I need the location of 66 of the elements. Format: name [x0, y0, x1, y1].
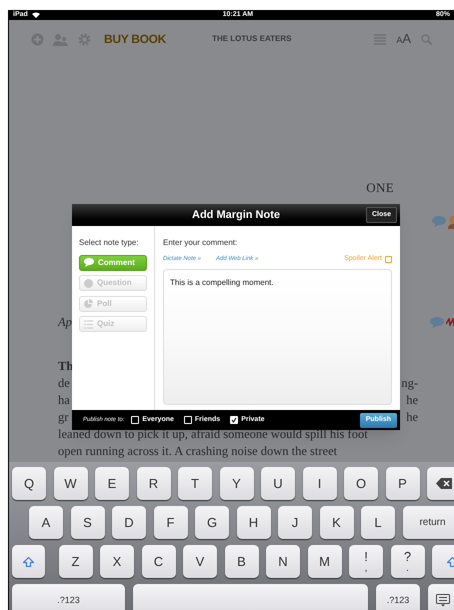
space-bar[interactable] [133, 584, 368, 610]
people-icon[interactable] [53, 32, 69, 46]
letter-key[interactable]: R [136, 467, 170, 500]
speech-bubble-icon [84, 258, 94, 267]
letter-key[interactable]: I [302, 467, 336, 500]
comment-bubble-icon[interactable] [432, 216, 446, 227]
backspace-icon [436, 478, 452, 489]
shift-key[interactable] [12, 545, 45, 578]
chapter-heading: ONE [366, 179, 394, 197]
question-circle-icon [84, 278, 93, 288]
shift-arrow-icon [23, 556, 34, 566]
punctuation-key[interactable]: ! , [349, 545, 383, 578]
letter-key[interactable]: K [320, 506, 354, 539]
comment-bubble-icon[interactable] [430, 316, 444, 328]
text-fragment: Ap [58, 314, 72, 331]
list-icon[interactable] [374, 34, 386, 44]
letter-key[interactable]: P [386, 467, 420, 500]
numbers-key[interactable]: .?123 [376, 584, 420, 610]
gear-icon[interactable] [78, 32, 91, 46]
return-key[interactable]: return [402, 506, 454, 539]
text-fragment: he [406, 408, 418, 426]
letter-key[interactable]: Y [220, 467, 254, 500]
letter-key[interactable]: D [112, 506, 146, 539]
letter-key[interactable]: W [54, 467, 88, 500]
text-fragment: de [58, 374, 70, 392]
letter-key[interactable]: X [100, 545, 134, 578]
audience-checkbox[interactable] [230, 416, 238, 424]
letter-key[interactable]: C [142, 545, 176, 578]
text-line: leaned down to pick it up, afraid someone would spill his foot [58, 426, 368, 443]
text-fragment: ha [58, 392, 70, 409]
dialog-title: Add Margin Note [192, 208, 280, 223]
plus-circle-icon[interactable] [31, 32, 44, 46]
spoiler-checkbox[interactable] [385, 256, 392, 263]
note-type-label: Select note type: [79, 237, 140, 249]
letter-key[interactable]: A [29, 506, 63, 539]
letter-key[interactable]: M [308, 545, 342, 578]
letter-key[interactable]: O [344, 467, 378, 500]
letter-key[interactable]: T [178, 467, 212, 500]
keyboard-icon [436, 594, 450, 607]
letter-key[interactable]: L [361, 506, 395, 539]
comment-field[interactable]: This is a compelling moment. [163, 268, 392, 404]
comment-label: Enter your comment: [163, 237, 238, 249]
letter-key[interactable]: G [195, 506, 229, 539]
text-fragment: gr [58, 408, 68, 426]
letter-key[interactable]: U [261, 467, 295, 500]
letter-key[interactable]: F [154, 506, 188, 539]
wifi-icon [32, 12, 40, 18]
text-fragment: he [406, 392, 418, 409]
letter-key[interactable]: Z [58, 545, 92, 578]
punctuation-key[interactable]: ? . [390, 545, 424, 578]
letter-key[interactable]: S [70, 506, 104, 539]
backspace-key[interactable] [427, 467, 454, 500]
numbers-key[interactable]: .?123 [12, 584, 125, 610]
letter-key[interactable]: B [224, 545, 258, 578]
letter-key[interactable]: Q [12, 467, 46, 500]
pie-chart-icon [84, 299, 93, 308]
checklist-icon [84, 320, 93, 328]
search-icon[interactable] [421, 34, 432, 44]
letter-key[interactable]: V [183, 545, 217, 578]
letter-key[interactable]: H [236, 506, 270, 539]
letter-key[interactable]: E [95, 467, 129, 500]
letter-key[interactable]: J [278, 506, 312, 539]
text-fragment: ng- [401, 374, 418, 392]
text-line: open running across it. A crashing noise down the street [58, 442, 338, 460]
letter-key[interactable]: N [266, 545, 300, 578]
book-title: THE LOTUS EATERS [212, 33, 292, 45]
